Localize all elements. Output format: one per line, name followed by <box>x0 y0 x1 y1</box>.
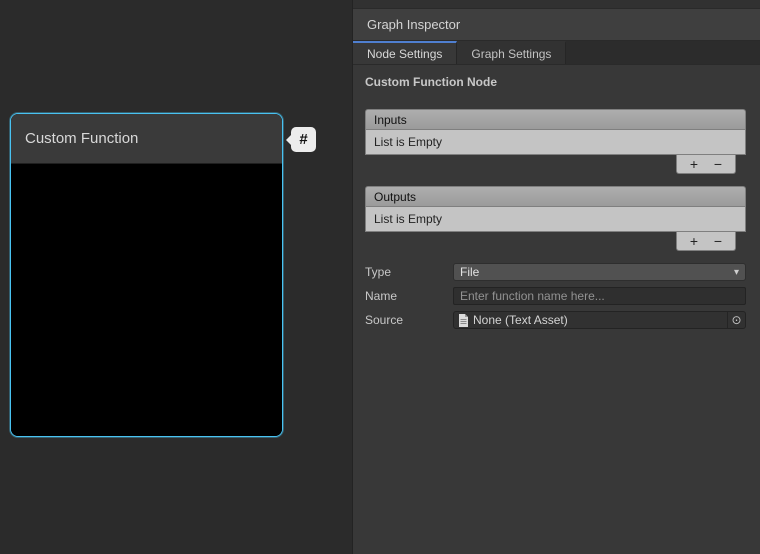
tab-node-settings[interactable]: Node Settings <box>353 41 457 64</box>
text-asset-icon <box>458 314 469 327</box>
function-name-input[interactable] <box>453 287 746 305</box>
source-label: Source <box>365 313 453 327</box>
type-field-row: Type File ▾ <box>365 263 746 281</box>
add-input-button[interactable]: + <box>686 157 702 171</box>
type-label: Type <box>365 265 453 279</box>
object-picker-icon[interactable]: ⊙ <box>727 312 745 328</box>
node-body <box>11 164 282 437</box>
tabbar-spacer <box>566 41 760 64</box>
node-property-fields: Type File ▾ Name Source <box>365 263 746 329</box>
shader-graph-canvas[interactable]: Custom Function # <box>0 0 352 554</box>
outputs-list-empty-row: List is Empty <box>365 206 746 232</box>
chevron-down-icon: ▾ <box>734 267 739 278</box>
tab-graph-settings[interactable]: Graph Settings <box>457 41 566 64</box>
hash-badge-icon[interactable]: # <box>291 127 316 152</box>
source-object-field[interactable]: None (Text Asset) ⊙ <box>453 311 746 329</box>
type-dropdown-value: File <box>460 265 479 279</box>
graph-inspector-panel: Graph Inspector Node Settings Graph Sett… <box>352 0 760 554</box>
source-object-value: None (Text Asset) <box>473 313 727 327</box>
source-field-row: Source None (Text Asset) ⊙ <box>365 311 746 329</box>
remove-output-button[interactable]: − <box>710 234 726 248</box>
inputs-list-empty-row: List is Empty <box>365 129 746 155</box>
inspector-title: Graph Inspector <box>353 8 760 41</box>
section-title: Custom Function Node <box>365 75 746 89</box>
type-dropdown[interactable]: File ▾ <box>453 263 746 281</box>
inspector-tabbar: Node Settings Graph Settings <box>353 41 760 65</box>
name-field-row: Name <box>365 287 746 305</box>
inputs-list-buttons: + − <box>676 155 736 174</box>
inspector-content: Custom Function Node Inputs List is Empt… <box>353 65 760 329</box>
remove-input-button[interactable]: − <box>710 157 726 171</box>
outputs-list-header: Outputs <box>365 186 746 206</box>
add-output-button[interactable]: + <box>686 234 702 248</box>
outputs-list-buttons: + − <box>676 232 736 251</box>
outputs-list: Outputs List is Empty + − <box>365 186 746 251</box>
inputs-list: Inputs List is Empty + − <box>365 109 746 174</box>
name-label: Name <box>365 289 453 303</box>
inputs-list-header: Inputs <box>365 109 746 129</box>
panel-top-gap <box>353 0 760 8</box>
node-title: Custom Function <box>11 114 282 164</box>
custom-function-node[interactable]: Custom Function <box>10 113 283 437</box>
inputs-list-footer: + − <box>365 155 746 174</box>
outputs-list-footer: + − <box>365 232 746 251</box>
